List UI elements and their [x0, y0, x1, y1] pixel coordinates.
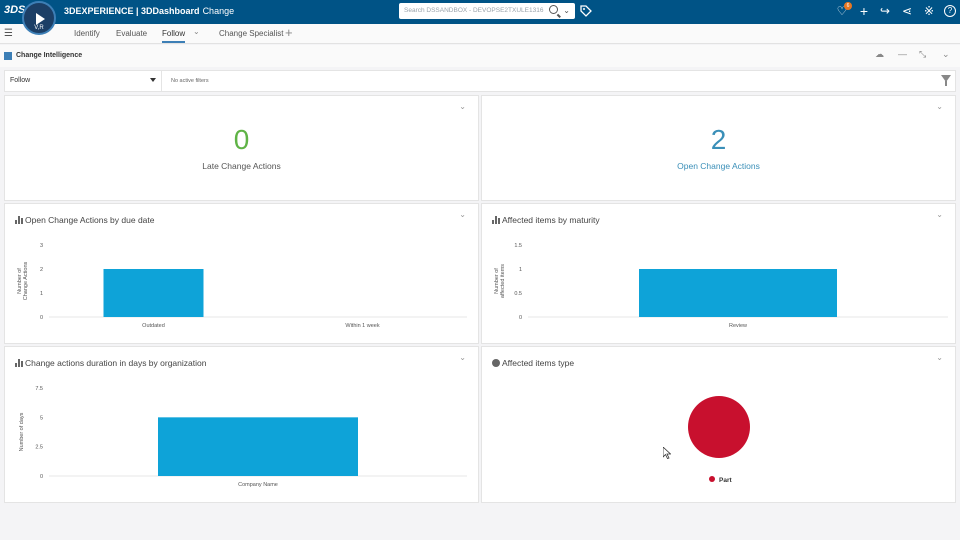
dashboard-tabs: ☰ Identify Evaluate Follow ⌄ Change Spec… [0, 24, 960, 44]
y-axis-label: Number ofaffected items [494, 264, 506, 298]
filter-status: No active filters [171, 78, 209, 84]
add-tab-icon[interactable]: + [285, 25, 293, 40]
chart-panel-maturity: Affected items by maturity ⌄ 0 0.5 1 1.5 Num… [481, 203, 956, 344]
x-tick-label: Review [729, 323, 747, 329]
y-tick-label: 1.5 [514, 243, 522, 249]
widget-chart-icon [4, 52, 12, 60]
pie-chart-item-type: Part [688, 396, 750, 484]
view-select-value: Follow [10, 77, 31, 84]
compass-label: V,R [34, 25, 44, 31]
chart-panel-duration: Change actions duration in days by organ… [4, 346, 479, 503]
cloud-icon[interactable]: ☁ [875, 49, 884, 60]
pie-slice-part[interactable] [688, 396, 750, 458]
bar-chart-duration: 0 2.5 5 7.5 Number of days Company Name [19, 386, 467, 488]
late-actions-count: 0 [233, 124, 250, 155]
tag-icon[interactable] [580, 5, 592, 17]
bar [103, 269, 204, 317]
search-dropdown-icon[interactable]: ⌄ [563, 6, 570, 15]
tab-change-specialist[interactable]: Change Specialist [219, 29, 283, 38]
y-axis-label: Number ofChange Actions [17, 261, 29, 300]
legend-label-part: Part [719, 477, 732, 484]
panel-menu-icon[interactable]: ⌄ [936, 102, 943, 111]
brand-prefix: 3DEXPERIENCE | 3DDashboard [64, 6, 200, 16]
y-tick-label: 0.5 [514, 291, 522, 297]
open-actions-link[interactable]: Open Change Actions [482, 161, 955, 171]
late-actions-panel: ⌄ 0 Late Change Actions [4, 95, 479, 201]
view-select[interactable]: Follow [5, 71, 162, 91]
tab-follow[interactable]: Follow [162, 29, 186, 43]
filter-bar: Follow No active filters [4, 70, 956, 92]
bar [158, 417, 358, 476]
y-tick-label: 1 [40, 291, 43, 297]
filter-icon[interactable] [941, 75, 951, 86]
tab-evaluate[interactable]: Evaluate [116, 29, 147, 38]
bar-chart-due-date: 0 1 2 3 Number ofChange Actions Outdated Withi… [17, 243, 467, 329]
panel-menu-icon[interactable]: ⌄ [459, 102, 466, 111]
add-icon[interactable]: + [857, 4, 871, 18]
bar [639, 269, 837, 317]
y-tick-label: 2.5 [35, 445, 43, 451]
search-input[interactable]: Search DSSANDBOX - DEVOPSE2TXULE1316 ⌄ [399, 3, 575, 19]
expand-icon[interactable]: ⤡ [919, 49, 926, 60]
open-actions-count: 2 [710, 124, 727, 155]
y-axis-label: Number of days [19, 412, 25, 451]
brand-title: 3DEXPERIENCE | 3DDashboard Change [64, 6, 234, 16]
tab-identify[interactable]: Identify [74, 29, 100, 38]
y-tick-label: 0 [519, 315, 522, 321]
compass-play-icon [36, 13, 45, 25]
y-tick-label: 3 [40, 243, 43, 249]
compass-icon[interactable]: V,R [22, 1, 56, 35]
legend-dot-part [709, 476, 715, 482]
y-tick-label: 0 [40, 474, 43, 480]
notification-badge: 6 [844, 2, 852, 10]
widget-menu-icon[interactable]: ⌄ [942, 49, 950, 60]
top-bar: 3DS 3DEXPERIENCE | 3DDashboard Change Sea… [0, 0, 960, 24]
community-icon[interactable]: ⋖ [900, 4, 914, 18]
bar-chart-maturity: 0 0.5 1 1.5 Number ofaffected items Review [494, 243, 948, 329]
y-tick-label: 5 [40, 415, 43, 421]
y-tick-label: 2 [40, 267, 43, 273]
help-icon[interactable]: ? [944, 5, 956, 17]
y-tick-label: 1 [519, 267, 522, 273]
app-name: Change [202, 6, 235, 16]
widget-title: Change Intelligence [16, 52, 83, 59]
apps-icon[interactable]: ※ [922, 4, 936, 18]
tab-follow-menu-icon[interactable]: ⌄ [193, 27, 200, 36]
widget-header: Change Intelligence ☁ — ⤡ ⌄ [0, 45, 960, 67]
minimize-icon[interactable]: — [898, 49, 907, 59]
late-actions-label: Late Change Actions [202, 161, 281, 171]
x-tick-label: Outdated [142, 323, 165, 329]
chart-panel-due-date: Open Change Actions by due date ⌄ 0 1 2 3 Nu… [4, 203, 479, 344]
search-placeholder: Search DSSANDBOX - DEVOPSE2TXULE1316 [404, 7, 544, 14]
sidebar-menu-icon[interactable]: ☰ [4, 28, 13, 39]
mouse-cursor-icon [663, 447, 671, 459]
y-tick-label: 0 [40, 315, 43, 321]
open-actions-panel: ⌄ 2 Open Change Actions [481, 95, 956, 201]
x-tick-label: Company Name [238, 482, 278, 488]
search-icon[interactable] [549, 5, 558, 14]
chart-panel-item-type: Affected items type ⌄ Part [481, 346, 956, 503]
share-icon[interactable]: ↪ [878, 4, 892, 18]
x-tick-label: Within 1 week [345, 323, 379, 329]
caret-down-icon [150, 78, 156, 82]
y-tick-label: 7.5 [35, 386, 43, 392]
